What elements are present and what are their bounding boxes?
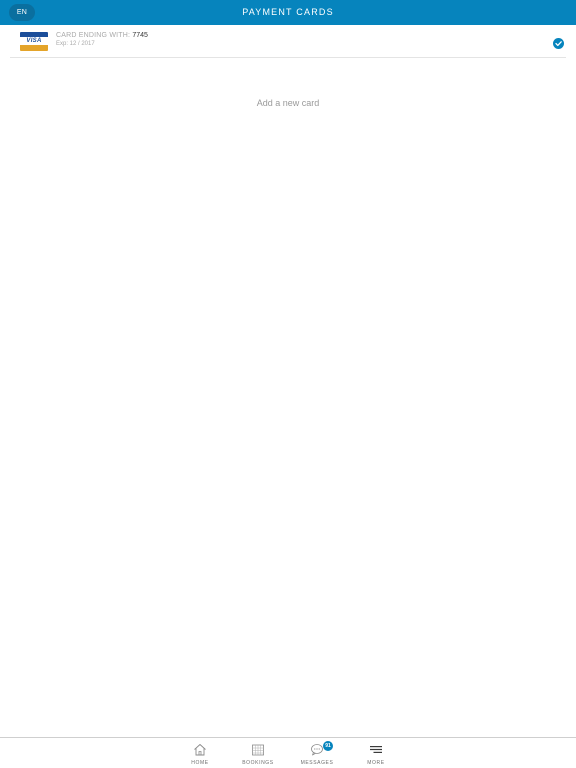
tab-bar: HOME BOOKINGS 91 MESSAGES MORE [0,737,576,768]
header-bar: EN PAYMENT CARDS [0,0,576,25]
tab-home-label: HOME [191,760,209,766]
tab-more[interactable]: MORE [347,738,405,768]
calendar-icon [251,743,265,756]
visa-band-bottom [20,45,48,51]
page-title: PAYMENT CARDS [242,7,334,17]
visa-card-icon: VISA [20,32,48,51]
payment-card-row[interactable]: VISA CARD ENDING WITH: 7745 Exp: 12 / 20… [10,25,566,58]
messages-badge: 91 [323,741,333,751]
card-last-digits: 7745 [132,32,148,39]
visa-brand-label: VISA [20,37,48,45]
tab-bookings-label: BOOKINGS [242,760,274,766]
menu-icon [369,743,383,756]
card-ending-text: CARD ENDING WITH: 7745 [56,32,148,39]
home-icon [193,743,207,756]
tab-messages[interactable]: 91 MESSAGES [288,738,346,768]
tab-home[interactable]: HOME [171,738,229,768]
tab-bookings[interactable]: BOOKINGS [229,738,287,768]
tab-messages-label: MESSAGES [300,760,334,766]
add-new-card-button[interactable]: Add a new card [0,98,576,108]
card-expiry: Exp: 12 / 2017 [56,41,95,47]
chat-bubble-icon [310,743,324,756]
card-ending-label: CARD ENDING WITH: [56,32,133,39]
selected-check-icon[interactable] [553,38,564,49]
tab-more-label: MORE [367,760,385,766]
payment-cards-screen: EN PAYMENT CARDS VISA CARD ENDING WITH: … [0,0,576,768]
